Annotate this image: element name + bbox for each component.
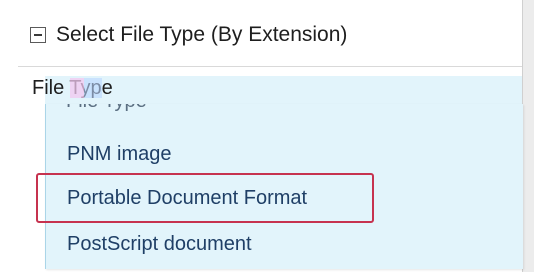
highlight-box (36, 173, 374, 223)
text-selection-overlay (84, 78, 102, 98)
group-title: Select File Type (By Extension) (56, 23, 348, 46)
dropdown-item-postscript-document[interactable]: PostScript document (67, 232, 252, 256)
collapse-minus-icon[interactable] (30, 27, 46, 43)
group-header[interactable]: Select File Type (By Extension) (18, 10, 518, 60)
panel-scrollbar[interactable] (522, 0, 534, 272)
dropdown-item-partial-label: File Type (66, 104, 147, 113)
text-cursor-overlay (70, 78, 84, 98)
file-type-panel: Select File Type (By Extension) File Typ… (0, 0, 534, 272)
group-divider (18, 66, 522, 67)
dropdown-item-partial[interactable]: File Type (62, 104, 262, 116)
dropdown-item-pnm-image[interactable]: PNM image (67, 142, 171, 166)
dropdown-top (45, 76, 522, 104)
